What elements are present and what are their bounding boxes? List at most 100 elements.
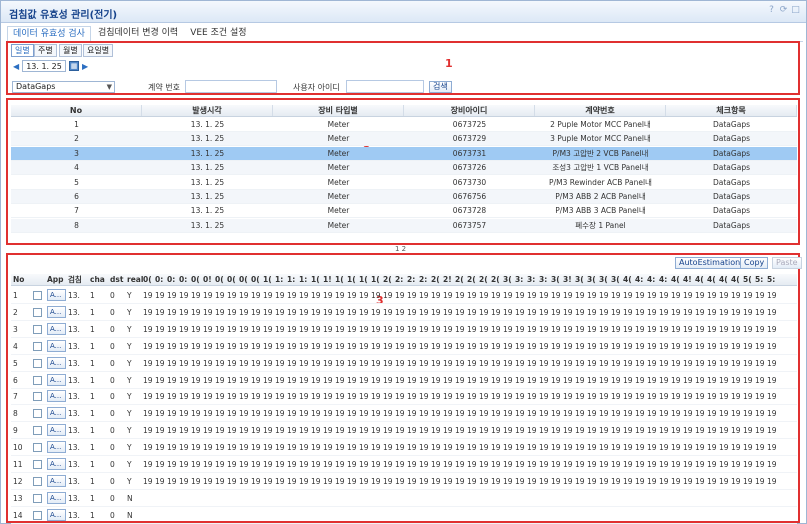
hour-cell[interactable]: 19 (371, 473, 383, 489)
hour-col-header[interactable]: 1( (347, 274, 359, 285)
hour-cell[interactable] (719, 507, 731, 523)
hour-cell[interactable]: 19 (155, 388, 167, 404)
hour-cell[interactable]: 19 (227, 338, 239, 354)
hour-col-header[interactable]: 2( (491, 274, 503, 285)
hour-cell[interactable]: 19 (503, 287, 515, 303)
hour-cell[interactable]: 19 (635, 473, 647, 489)
hour-cell[interactable]: 19 (383, 287, 395, 303)
hour-cell[interactable]: 19 (683, 304, 695, 320)
hour-cell[interactable]: 19 (143, 338, 155, 354)
hour-cell[interactable]: 19 (311, 372, 323, 388)
hour-cell[interactable]: 19 (419, 456, 431, 472)
hour-cell[interactable]: 19 (227, 304, 239, 320)
hour-cell[interactable]: 19 (383, 338, 395, 354)
hour-cell[interactable]: 19 (359, 439, 371, 455)
hour-cell[interactable] (311, 507, 323, 523)
hour-cell[interactable] (203, 507, 215, 523)
hour-cell[interactable]: 19 (575, 372, 587, 388)
hour-cell[interactable]: 19 (419, 372, 431, 388)
hour-cell[interactable]: 19 (455, 304, 467, 320)
hour-cell[interactable]: 19 (755, 439, 767, 455)
hour-cell[interactable]: 19 (479, 338, 491, 354)
hour-cell[interactable]: 19 (371, 405, 383, 421)
hour-cell[interactable] (359, 490, 371, 506)
hour-cell[interactable]: 19 (647, 422, 659, 438)
hour-col-header[interactable]: 3( (599, 274, 611, 285)
hour-cell[interactable]: 19 (143, 372, 155, 388)
hour-cell[interactable]: 19 (767, 287, 779, 303)
hour-cell[interactable] (455, 507, 467, 523)
hour-cell[interactable]: 19 (239, 439, 251, 455)
hour-cell[interactable] (623, 507, 635, 523)
hour-cell[interactable]: 19 (239, 287, 251, 303)
hour-cell[interactable]: 19 (455, 338, 467, 354)
hour-cell[interactable] (587, 507, 599, 523)
hour-cell[interactable]: 19 (575, 321, 587, 337)
hour-cell[interactable]: 19 (731, 355, 743, 371)
hour-cell[interactable] (635, 507, 647, 523)
hour-cell[interactable]: 19 (347, 422, 359, 438)
hour-cell[interactable]: 19 (623, 439, 635, 455)
hour-cell[interactable]: 19 (707, 304, 719, 320)
hour-cell[interactable]: 19 (767, 388, 779, 404)
hour-cell[interactable]: 19 (383, 355, 395, 371)
hour-cell[interactable]: 19 (227, 405, 239, 421)
hour-cell[interactable]: 19 (203, 304, 215, 320)
hour-cell[interactable]: 19 (431, 473, 443, 489)
hour-cell[interactable]: 19 (383, 321, 395, 337)
hour-cell[interactable] (323, 490, 335, 506)
detail-col-header[interactable]: No (11, 274, 31, 285)
hour-cell[interactable]: 19 (659, 355, 671, 371)
hour-cell[interactable] (347, 490, 359, 506)
hour-cell[interactable]: 19 (575, 456, 587, 472)
hour-cell[interactable] (515, 507, 527, 523)
hour-cell[interactable] (647, 507, 659, 523)
hour-cell[interactable]: 19 (731, 473, 743, 489)
hour-cell[interactable]: 19 (191, 422, 203, 438)
detail-col-header[interactable] (31, 274, 45, 285)
hour-cell[interactable]: 19 (299, 388, 311, 404)
hour-cell[interactable]: 19 (659, 338, 671, 354)
hour-cell[interactable]: 19 (167, 372, 179, 388)
row-checkbox[interactable] (33, 426, 42, 436)
row-checkbox[interactable] (33, 460, 42, 469)
hour-cell[interactable]: 19 (239, 456, 251, 472)
hour-cell[interactable]: 19 (719, 439, 731, 455)
hour-cell[interactable]: 19 (683, 388, 695, 404)
hour-cell[interactable]: 19 (731, 372, 743, 388)
hour-cell[interactable]: 19 (755, 473, 767, 489)
hour-cell[interactable]: 19 (467, 422, 479, 438)
hour-cell[interactable]: 19 (707, 439, 719, 455)
hour-cell[interactable]: 19 (347, 338, 359, 354)
table-row[interactable]: 1 13. 1. 25 Meter 0673725 2 Puple Motor MCC … (11, 118, 797, 132)
hour-cell[interactable]: 19 (227, 372, 239, 388)
hour-cell[interactable] (479, 507, 491, 523)
refresh-icon[interactable]: ⟳ (779, 6, 788, 15)
hour-cell[interactable]: 19 (503, 338, 515, 354)
hour-cell[interactable]: 19 (647, 338, 659, 354)
hour-cell[interactable]: 19 (179, 473, 191, 489)
hour-cell[interactable]: 19 (347, 473, 359, 489)
hour-cell[interactable]: 19 (515, 304, 527, 320)
period-daily-button[interactable]: 일별 (11, 44, 34, 57)
hour-cell[interactable]: 19 (251, 338, 263, 354)
table-row[interactable]: 12 A... 13. 1 0 Y 19 19 19 19 19 19 19 19 19 19 19 19 19 19… (11, 473, 797, 490)
hour-cell[interactable] (467, 490, 479, 506)
hour-cell[interactable]: 19 (479, 473, 491, 489)
hour-cell[interactable]: 19 (203, 405, 215, 421)
hour-cell[interactable]: 19 (491, 439, 503, 455)
hour-cell[interactable]: 19 (395, 422, 407, 438)
hour-cell[interactable]: 19 (455, 372, 467, 388)
hour-cell[interactable]: 19 (695, 473, 707, 489)
hour-cell[interactable]: 19 (215, 321, 227, 337)
hour-cell[interactable]: 19 (647, 372, 659, 388)
hour-cell[interactable]: 19 (671, 287, 683, 303)
period-weekly-button[interactable]: 주별 (34, 44, 57, 57)
hour-cell[interactable]: 19 (407, 439, 419, 455)
hour-cell[interactable] (359, 507, 371, 523)
hour-cell[interactable]: 19 (683, 355, 695, 371)
tab-data-validation[interactable]: 데이터 유효성 검사 (7, 26, 91, 41)
period-weekday-button[interactable]: 요일별 (83, 44, 114, 57)
hour-cell[interactable]: 19 (251, 439, 263, 455)
hour-cell[interactable]: 19 (671, 439, 683, 455)
